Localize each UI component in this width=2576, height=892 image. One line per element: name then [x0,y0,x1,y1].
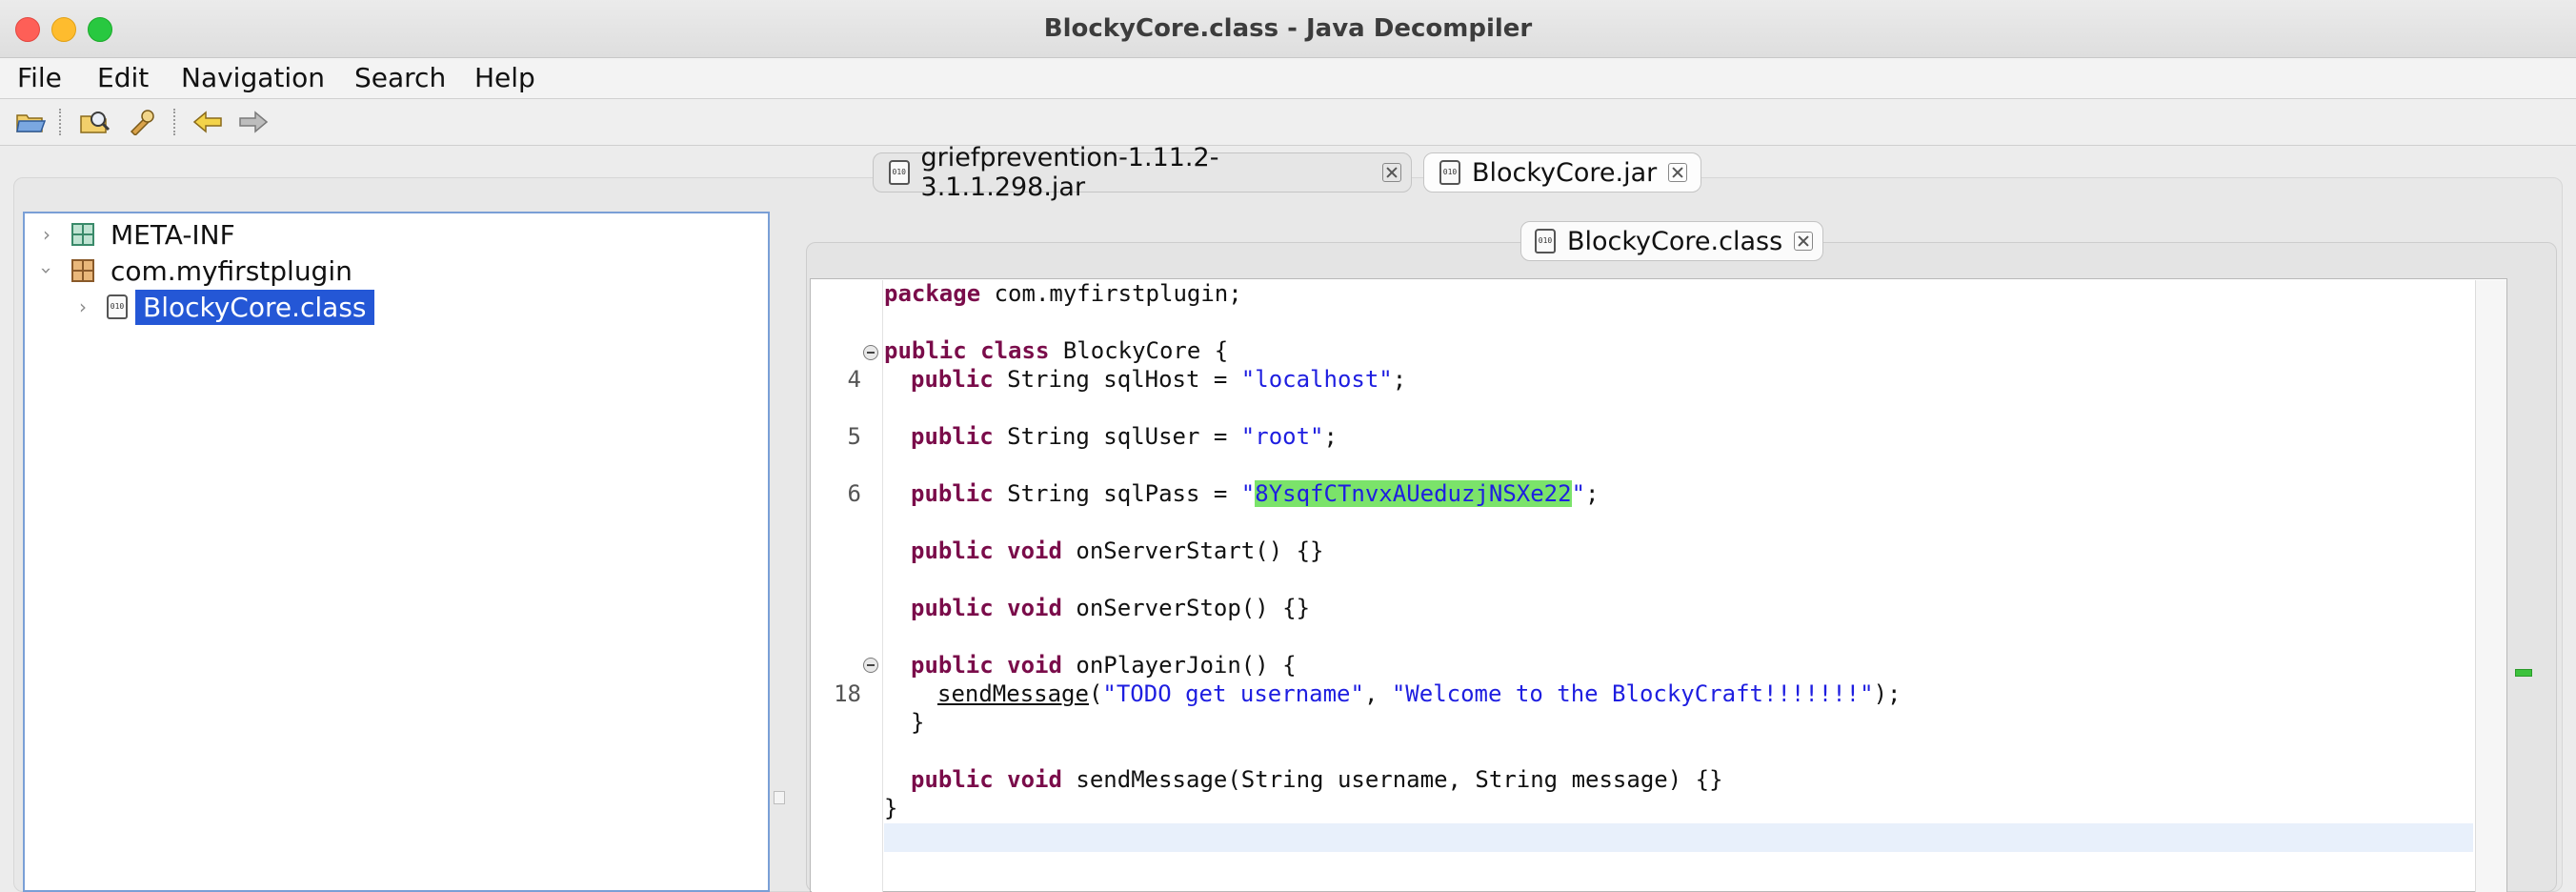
code-line-onserverstop: public void onServerStop() {} [911,595,1311,621]
code-line-class: public class BlockyCore { [884,337,1229,364]
class-file-icon: 010 [1535,229,1556,253]
tree-item-label: BlockyCore.class [135,289,374,325]
close-icon[interactable] [1668,163,1688,182]
tree-item-meta-inf[interactable]: › META-INF [36,217,235,252]
code-line-onplayerjoin: public void onPlayerJoin() { [911,652,1297,679]
tab-griefprevention-jar[interactable]: 010 griefprevention-1.11.2-3.1.1.298.jar [873,143,1412,202]
folder-icon [71,223,94,246]
code-line-sendmessage-decl: public void sendMessage(String username,… [911,766,1723,793]
split-divider-handle[interactable] [774,791,785,804]
tree-item-label: META-INF [111,218,235,251]
overview-ruler[interactable] [2475,280,2506,892]
jar-file-icon: 010 [1439,160,1460,185]
code-line-close-class: } [884,795,898,821]
tree-item-label: com.myfirstplugin [111,254,352,287]
sendmessage-link[interactable]: sendMessage [937,680,1089,707]
package-icon [71,259,94,282]
chevron-right-icon[interactable]: › [36,223,57,246]
menu-bar: File Edit Navigation Search Help [0,58,2576,99]
chevron-down-icon[interactable]: › [35,260,58,281]
tab-label: BlockyCore.class [1567,226,1783,256]
code-line-sendmessage-call: sendMessage("TODO get username", "Welcom… [937,680,1902,707]
line-number: 6 [847,480,861,507]
code-line-close-method: } [911,709,925,736]
menu-search[interactable]: Search [354,58,446,98]
tree-item-com-myfirstplugin[interactable]: › com.myfirstplugin [35,253,352,288]
menu-help[interactable]: Help [474,58,535,98]
open-file-icon[interactable] [13,107,48,137]
fold-collapse-icon[interactable] [863,658,878,673]
close-icon[interactable] [1382,163,1401,182]
current-line-highlight [884,823,2473,852]
open-type-icon[interactable] [78,107,112,137]
window-title: BlockyCore.class - Java Decompiler [1043,14,1533,43]
code-line-sqlpass: public String sqlPass = "8YsqfCTnvxAUedu… [911,480,1600,507]
ruler-marker[interactable] [2515,669,2532,677]
line-number: 18 [834,680,861,707]
line-number: 4 [847,366,861,393]
tab-blockycore-class[interactable]: 010 BlockyCore.class [1520,221,1824,261]
jar-file-icon: 010 [889,160,910,185]
code-line-onserverstart: public void onServerStart() {} [911,537,1324,564]
menu-file[interactable]: File [17,58,62,98]
forward-arrow-icon[interactable] [236,107,271,137]
title-bar: BlockyCore.class - Java Decompiler [0,0,2576,58]
code-line-sqluser: public String sqlUser = "root"; [911,423,1338,450]
tab-label: BlockyCore.jar [1472,157,1658,188]
tree-item-blockycore-class[interactable]: › 010 BlockyCore.class [72,289,374,325]
back-arrow-icon[interactable] [191,107,225,137]
class-file-icon: 010 [107,294,128,319]
search-highlight: 8YsqfCTnvxAUeduzjNSXe22 [1255,480,1572,507]
line-number: 5 [847,423,861,450]
tab-blockycore-jar[interactable]: 010 BlockyCore.jar [1423,152,1701,193]
fold-collapse-icon[interactable] [863,345,878,360]
toolbar [0,99,2576,146]
menu-navigation[interactable]: Navigation [181,58,325,98]
chevron-right-icon[interactable]: › [72,295,93,318]
search-tool-icon[interactable] [124,107,158,137]
code-line-sqlhost: public String sqlHost = "localhost"; [911,366,1407,393]
code-line-package: package com.myfirstplugin; [884,280,1242,307]
menu-edit[interactable]: Edit [97,58,149,98]
close-icon[interactable] [1794,232,1814,251]
tab-label: griefprevention-1.11.2-3.1.1.298.jar [920,143,1219,202]
